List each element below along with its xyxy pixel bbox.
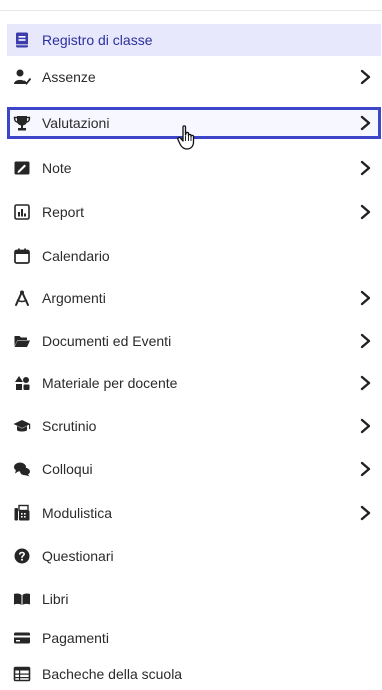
fax-icon — [13, 504, 31, 522]
menu-item-valutazioni[interactable]: Valutazioni — [7, 107, 381, 139]
menu-item-label: Registro di classe — [42, 32, 153, 48]
menu-item-registro-di-classe[interactable]: Registro di classe — [7, 24, 381, 56]
chevron-right-icon — [359, 69, 373, 85]
chevron-right-icon — [359, 505, 373, 521]
note-icon — [13, 159, 31, 177]
chevron-right-icon — [359, 160, 373, 176]
menu-item-documenti-ed-eventi[interactable]: Documenti ed Eventi — [7, 325, 381, 357]
menu-item-calendario[interactable]: Calendario — [7, 240, 381, 272]
menu-item-label: Scrutinio — [42, 418, 97, 434]
comments-icon — [13, 460, 31, 478]
menu-item-label: Bacheche della scuola — [42, 666, 183, 682]
menu-item-label: Libri — [42, 591, 69, 607]
trophy-icon — [13, 114, 31, 132]
menu-item-note[interactable]: Note — [7, 152, 381, 184]
menu-item-report[interactable]: Report — [7, 196, 381, 228]
menu-item-colloqui[interactable]: Colloqui — [7, 453, 381, 485]
menu-item-label: Documenti ed Eventi — [42, 333, 172, 349]
menu-item-label: Pagamenti — [42, 630, 109, 646]
menu-item-bacheche-della-scuola[interactable]: Bacheche della scuola — [7, 658, 381, 690]
book-open-icon — [13, 590, 31, 608]
menu-item-scrutinio[interactable]: Scrutinio — [7, 410, 381, 442]
user-absence-icon — [13, 68, 31, 86]
sidebar-menu: Registro di classe Assenze Valutazioni N… — [0, 0, 382, 686]
menu-item-label: Valutazioni — [42, 115, 110, 131]
menu-item-label: Colloqui — [42, 461, 93, 477]
menu-item-assenze[interactable]: Assenze — [7, 61, 381, 93]
menu-item-label: Report — [42, 204, 85, 220]
calendar-icon — [13, 247, 31, 265]
menu-item-label: Materiale per docente — [42, 375, 178, 391]
chevron-right-icon — [359, 115, 373, 131]
menu-top-divider — [0, 10, 382, 11]
register-book-icon — [13, 31, 31, 49]
menu-item-label: Note — [42, 160, 72, 176]
menu-item-label: Questionari — [42, 548, 114, 564]
folder-open-icon — [13, 332, 31, 350]
menu-item-materiale-per-docente[interactable]: Materiale per docente — [7, 367, 381, 399]
shapes-icon — [13, 374, 31, 392]
chevron-right-icon — [359, 418, 373, 434]
menu-item-libri[interactable]: Libri — [7, 583, 381, 615]
menu-item-questionari[interactable]: Questionari — [7, 540, 381, 572]
chart-report-icon — [13, 203, 31, 221]
credit-card-icon — [13, 629, 31, 647]
menu-item-pagamenti[interactable]: Pagamenti — [7, 622, 381, 654]
chevron-right-icon — [359, 375, 373, 391]
question-circle-icon — [13, 547, 31, 565]
menu-item-label: Argomenti — [42, 290, 106, 306]
menu-item-label: Assenze — [42, 69, 96, 85]
menu-item-label: Calendario — [42, 248, 110, 264]
chevron-right-icon — [359, 290, 373, 306]
board-table-icon — [13, 665, 31, 683]
menu-item-argomenti[interactable]: Argomenti — [7, 282, 381, 314]
graduation-cap-icon — [13, 417, 31, 435]
compass-icon — [13, 289, 31, 307]
menu-item-modulistica[interactable]: Modulistica — [7, 497, 381, 529]
chevron-right-icon — [359, 204, 373, 220]
menu-item-label: Modulistica — [42, 505, 113, 521]
chevron-right-icon — [359, 461, 373, 477]
chevron-right-icon — [359, 333, 373, 349]
